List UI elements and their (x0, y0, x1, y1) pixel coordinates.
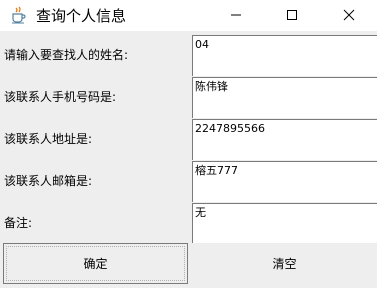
remark-value: 无 (195, 206, 206, 219)
form-row-address: 该联系人地址是: 2247895566 (0, 119, 377, 161)
minimize-icon (230, 6, 242, 25)
address-value: 2247895566 (195, 122, 265, 135)
email-value: 榕五777 (195, 164, 238, 177)
email-field[interactable]: 榕五777 (192, 161, 377, 202)
query-person-window: 查询个人信息 请输入要查找人的姓名: 04 该联系人手机号码是: 陈伟锋 该联系… (0, 0, 377, 288)
address-field[interactable]: 2247895566 (192, 119, 377, 160)
name-value: 04 (195, 38, 209, 51)
window-title: 查询个人信息 (36, 7, 127, 25)
remark-field[interactable]: 无 (192, 203, 377, 244)
minimize-button[interactable] (208, 0, 264, 31)
form-row-remark: 备注: 无 (0, 203, 377, 245)
phone-field[interactable]: 陈伟锋 (192, 77, 377, 118)
address-label: 该联系人地址是: (4, 132, 93, 146)
name-label: 请输入要查找人的姓名: (4, 48, 129, 62)
name-field[interactable]: 04 (192, 35, 377, 76)
form-panel: 请输入要查找人的姓名: 04 该联系人手机号码是: 陈伟锋 该联系人地址是: 2… (0, 31, 377, 288)
phone-label: 该联系人手机号码是: (4, 90, 117, 104)
title-bar: 查询个人信息 (0, 0, 377, 31)
close-button[interactable] (321, 0, 377, 31)
form-row-email: 该联系人邮箱是: 榕五777 (0, 161, 377, 203)
form-row-name: 请输入要查找人的姓名: 04 (0, 35, 377, 77)
confirm-button[interactable]: 确定 (3, 243, 188, 284)
phone-value: 陈伟锋 (195, 80, 228, 93)
email-label: 该联系人邮箱是: (4, 174, 93, 188)
clear-button[interactable]: 清空 (192, 243, 377, 284)
close-icon (343, 6, 355, 25)
bottom-edge (0, 284, 377, 288)
form-row-phone: 该联系人手机号码是: 陈伟锋 (0, 77, 377, 119)
maximize-button[interactable] (264, 0, 320, 31)
java-cup-icon (9, 6, 29, 24)
remark-label: 备注: (4, 216, 33, 230)
maximize-icon (286, 6, 298, 25)
